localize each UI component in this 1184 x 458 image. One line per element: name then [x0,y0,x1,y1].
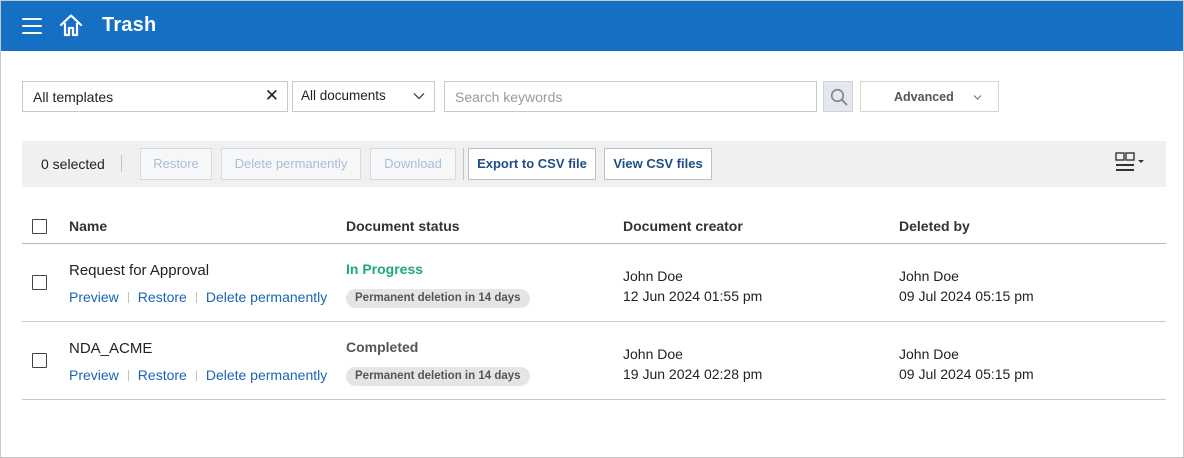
table-row: Request for Approval Preview Restore Delet… [22,244,1166,322]
preview-link[interactable]: Preview [69,367,119,383]
deletion-countdown-badge: Permanent deletion in 14 days [346,367,530,386]
bulk-action-toolbar: 0 selected Restore Delete permanently Do… [22,141,1166,187]
row-actions: Preview Restore Delete permanently [69,289,327,305]
table-header: Name Document status Document creator De… [22,208,1166,244]
search-icon [830,88,848,106]
delete-permanently-link[interactable]: Delete permanently [206,367,327,383]
chevron-down-icon [973,95,982,100]
column-header-creator: Document creator [623,218,743,234]
creator-name: John Doe [623,268,683,284]
view-csv-files-button[interactable]: View CSV files [604,148,712,180]
search-button[interactable] [823,81,853,112]
hamburger-menu-icon[interactable] [22,17,42,35]
top-header-bar: Trash [1,1,1183,51]
close-icon[interactable]: ✕ [265,86,279,106]
select-all-checkbox[interactable] [32,219,47,234]
created-timestamp: 19 Jun 2024 02:28 pm [623,366,763,382]
document-name: Request for Approval [69,262,210,279]
search-keywords-field[interactable] [444,81,817,112]
action-divider [127,370,129,381]
restore-button[interactable]: Restore [140,148,212,180]
documents-filter-select[interactable]: All documents [292,81,435,112]
row-checkbox[interactable] [32,353,47,368]
action-divider [127,292,129,303]
deleted-timestamp: 09 Jul 2024 05:15 pm [899,288,1034,304]
table-row: NDA_ACME Preview Restore Delete permanentl… [22,322,1166,400]
export-csv-button[interactable]: Export to CSV file [468,148,596,180]
row-checkbox[interactable] [32,275,47,290]
creator-cell: John Doe 12 Jun 2024 01:55 pm [623,266,762,306]
selected-count: 0 selected [41,156,105,172]
template-filter-value: All templates [33,89,114,105]
deleted-timestamp: 09 Jul 2024 05:15 pm [899,366,1034,382]
action-divider [195,292,197,303]
preview-link[interactable]: Preview [69,289,119,305]
advanced-search-button[interactable]: Advanced [860,81,999,112]
toolbar-divider [121,155,122,172]
creator-cell: John Doe 19 Jun 2024 02:28 pm [623,344,762,384]
advanced-label: Advanced [894,90,954,104]
status-label: In Progress [346,261,424,277]
action-divider [195,370,197,381]
deleted-by-name: John Doe [899,268,959,284]
column-header-status: Document status [346,218,460,234]
home-icon[interactable] [58,13,84,37]
chevron-down-icon [413,93,425,100]
column-header-name: Name [69,218,108,234]
delete-permanently-link[interactable]: Delete permanently [206,289,327,305]
deleted-by-cell: John Doe 09 Jul 2024 05:15 pm [899,266,1034,306]
deletion-countdown-badge: Permanent deletion in 14 days [346,289,530,308]
restore-link[interactable]: Restore [138,289,187,305]
delete-permanently-button[interactable]: Delete permanently [221,148,361,180]
documents-filter-value: All documents [301,88,386,103]
status-label: Completed [346,339,419,355]
creator-name: John Doe [623,346,683,362]
deleted-by-cell: John Doe 09 Jul 2024 05:15 pm [899,344,1034,384]
created-timestamp: 12 Jun 2024 01:55 pm [623,288,763,304]
template-filter-select[interactable]: All templates ✕ [22,81,288,112]
restore-link[interactable]: Restore [138,367,187,383]
grid-view-icon[interactable] [1114,151,1148,175]
column-header-deleted-by: Deleted by [899,218,970,234]
document-name: NDA_ACME [69,340,153,357]
page-title: Trash [102,14,157,36]
toolbar-divider [463,148,464,180]
deleted-by-name: John Doe [899,346,959,362]
row-actions: Preview Restore Delete permanently [69,367,327,383]
search-input[interactable] [445,82,816,111]
download-button[interactable]: Download [370,148,456,180]
